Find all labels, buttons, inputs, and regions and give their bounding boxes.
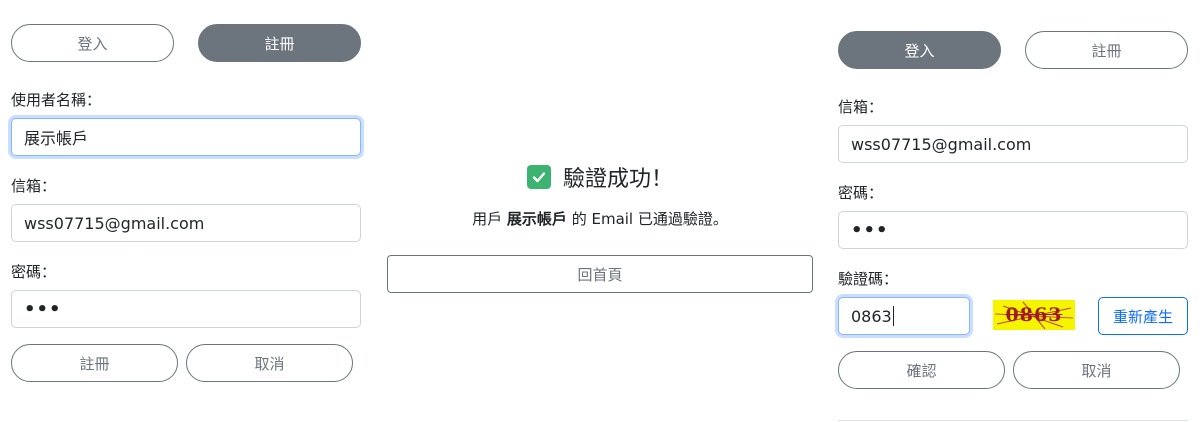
register-submit-button[interactable]: 註冊 [11,344,178,382]
register-cancel-button[interactable]: 取消 [186,344,353,382]
email-label: 信箱： [838,98,884,116]
password-input[interactable]: ••• [838,211,1188,249]
verify-message-suffix: 的 Email 已通過驗證。 [571,210,728,228]
verify-title-row: 驗證成功！ [387,160,813,194]
verify-message: 用戶 展示帳戶 的 Email 已通過驗證。 [387,208,813,230]
username-label: 使用者名稱： [11,91,102,109]
password-input[interactable]: ••• [11,290,361,328]
verify-title: 驗證成功！ [562,167,673,192]
login-cancel-button[interactable]: 取消 [1013,351,1180,389]
password-label: 密碼： [11,263,57,281]
tab-register[interactable]: 註冊 [198,24,361,62]
regenerate-captcha-button[interactable]: 重新產生 [1098,297,1188,335]
captcha-image: 0863 [993,300,1075,330]
tab-login[interactable]: 登入 [11,24,174,62]
email-label: 信箱： [11,177,57,195]
captcha-input[interactable]: 0863 [838,297,970,335]
password-label: 密碼： [838,184,884,202]
divider [838,420,1188,421]
email-input[interactable]: wss07715@gmail.com [11,204,361,242]
check-mark-icon [526,165,551,189]
email-input[interactable]: wss07715@gmail.com [838,125,1188,163]
text-caret [892,306,894,326]
username-input[interactable]: 展示帳戶 [11,118,361,156]
home-button[interactable]: 回首頁 [387,255,813,293]
login-confirm-button[interactable]: 確認 [838,351,1005,389]
verify-message-prefix: 用戶 [472,210,503,228]
tab-login[interactable]: 登入 [838,31,1001,69]
tab-register[interactable]: 註冊 [1025,31,1188,69]
captcha-image-text: 0863 [1005,304,1063,326]
captcha-input-value: 0863 [851,306,892,326]
verify-message-user: 展示帳戶 [506,210,567,228]
captcha-label: 驗證碼： [838,270,899,288]
